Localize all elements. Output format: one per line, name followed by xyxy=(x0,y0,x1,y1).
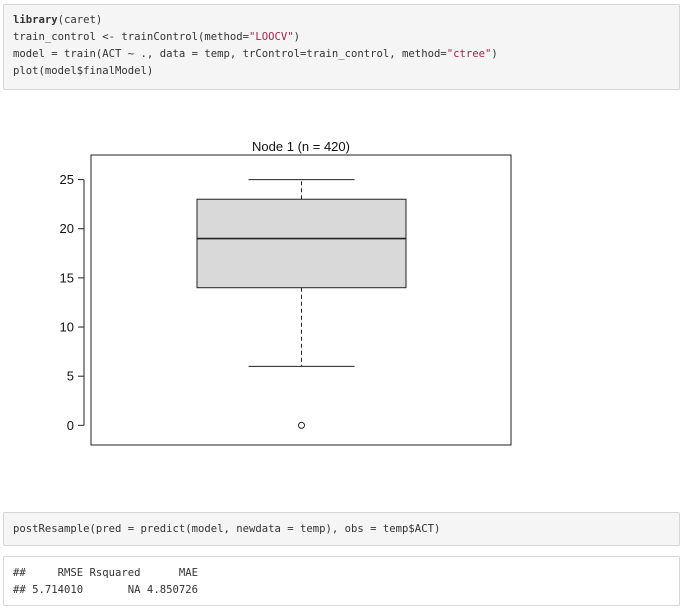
iqr-box xyxy=(196,198,407,289)
y-tick-label: 20 xyxy=(60,221,74,236)
code-line-train-control: train_control <- trainControl(method="LO… xyxy=(13,31,301,43)
y-tick-label: 5 xyxy=(67,369,74,384)
y-tick-label: 25 xyxy=(60,172,74,187)
y-tick-label: 10 xyxy=(60,320,74,335)
outlier-point xyxy=(298,421,305,429)
output-post-resample: ## RMSE Rsquared MAE ## 5.714010 NA 4.850… xyxy=(3,556,680,606)
outliers xyxy=(298,421,305,429)
y-axis-ticks: 0 5 10 15 20 25 xyxy=(60,172,84,433)
boxplot-chart: Node 1 (n = 420) 0 5 10 15 20 25 xyxy=(60,139,512,446)
y-tick-label: 0 xyxy=(67,418,74,433)
code-cell-post-resample[interactable]: postResample(pred = predict(model, newda… xyxy=(3,512,680,546)
code-line-model-train: model = train(ACT ~ ., data = temp, trCo… xyxy=(13,48,498,60)
chart-title: Node 1 (n = 420) xyxy=(252,139,350,154)
code-line-library: library(caret) xyxy=(13,14,103,26)
output-values-line: ## 5.714010 NA 4.850726 xyxy=(13,584,198,596)
code-line-plot: plot(model$finalModel) xyxy=(13,65,154,77)
output-header-line: ## RMSE Rsquared MAE xyxy=(13,567,198,579)
code-line-post-resample: postResample(pred = predict(model, newda… xyxy=(13,523,441,535)
code-cell-train-model[interactable]: library(caret) train_control <- trainCont… xyxy=(3,4,680,90)
y-tick-label: 15 xyxy=(60,270,74,285)
